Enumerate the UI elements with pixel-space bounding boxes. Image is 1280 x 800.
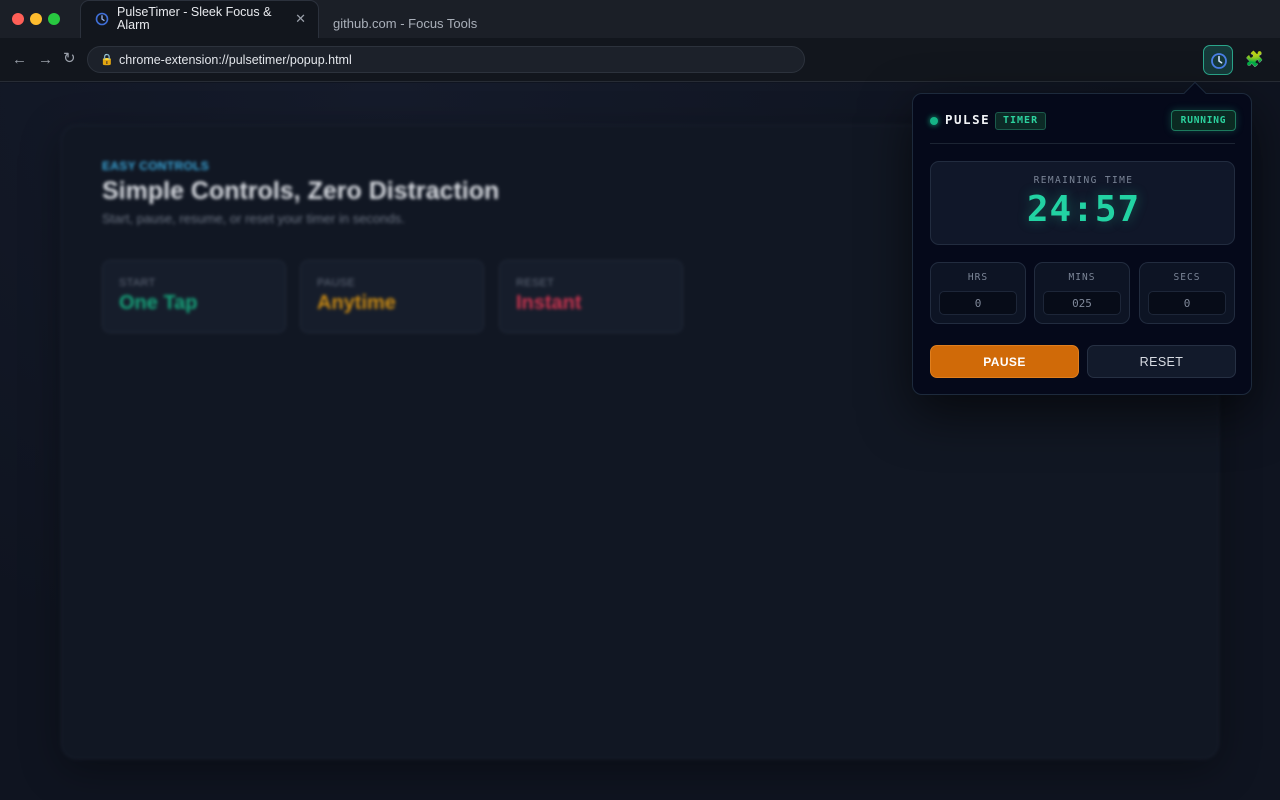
minutes-input[interactable]	[1043, 291, 1121, 315]
seconds-input[interactable]	[1148, 291, 1226, 315]
hours-input[interactable]	[939, 291, 1017, 315]
feature-value: Anytime	[317, 292, 396, 314]
status-badge: RUNNING	[1171, 110, 1236, 131]
feature-label: RESET	[516, 277, 555, 289]
remaining-time-card: REMAINING TIME 24:57	[930, 161, 1235, 245]
puzzle-icon[interactable]: 🧩	[1245, 50, 1264, 68]
section-title: Simple Controls, Zero Distraction	[102, 177, 500, 205]
browser-toolbar: ← → ↻ 🔒 chrome-extension://pulsetimer/po…	[0, 38, 1280, 82]
feature-value: One Tap	[119, 292, 198, 314]
section-subtitle: Start, pause, resume, or reset your time…	[102, 211, 405, 226]
feature-card-pause: PAUSE Anytime	[300, 260, 484, 333]
feature-value: Instant	[516, 292, 582, 314]
feature-card-reset: RESET Instant	[499, 260, 683, 333]
address-bar[interactable]: 🔒 chrome-extension://pulsetimer/popup.ht…	[87, 46, 805, 73]
seconds-label: SECS	[1173, 272, 1201, 283]
browser-titlebar: PulseTimer - Sleek Focus & Alarm ✕ githu…	[0, 0, 1280, 39]
section-eyebrow: EASY CONTROLS	[102, 159, 210, 173]
pulsetimer-popup: PULSE TIMER RUNNING REMAINING TIME 24:57…	[912, 93, 1252, 395]
seconds-field: SECS	[1139, 262, 1235, 324]
brand-tag: TIMER	[995, 112, 1047, 130]
window-maximize-button[interactable]	[48, 13, 60, 25]
close-icon[interactable]: ✕	[295, 12, 306, 26]
window-minimize-button[interactable]	[30, 13, 42, 25]
back-icon[interactable]: ←	[12, 51, 27, 69]
hours-label: HRS	[967, 272, 989, 283]
minutes-field: MINS	[1034, 262, 1130, 324]
hours-field: HRS	[930, 262, 1026, 324]
timer-icon	[1211, 53, 1227, 69]
tab-pulsetimer[interactable]: PulseTimer - Sleek Focus & Alarm ✕	[80, 0, 319, 39]
lock-icon: 🔒	[100, 54, 114, 66]
brand-name: PULSE	[945, 112, 991, 127]
timer-icon	[95, 12, 109, 26]
tab-github[interactable]: github.com - Focus Tools	[333, 16, 477, 31]
divider	[930, 143, 1235, 144]
remaining-time-value: 24:57	[1026, 189, 1141, 230]
reset-button[interactable]: RESET	[1087, 345, 1236, 378]
feature-card-start: START One Tap	[102, 260, 286, 333]
forward-icon[interactable]: →	[38, 51, 53, 69]
address-url[interactable]: chrome-extension://pulsetimer/popup.html	[119, 53, 352, 67]
window-close-button[interactable]	[12, 13, 24, 25]
minutes-label: MINS	[1068, 272, 1096, 283]
feature-label: PAUSE	[317, 277, 355, 289]
feature-label: START	[119, 277, 156, 289]
pause-button[interactable]: PAUSE	[930, 345, 1079, 378]
pulsetimer-extension-button[interactable]	[1203, 45, 1233, 75]
status-dot	[930, 117, 938, 125]
remaining-time-label: REMAINING TIME	[1033, 175, 1134, 186]
reload-icon[interactable]: ↻	[63, 50, 76, 68]
tab-title: PulseTimer - Sleek Focus & Alarm	[117, 5, 272, 32]
